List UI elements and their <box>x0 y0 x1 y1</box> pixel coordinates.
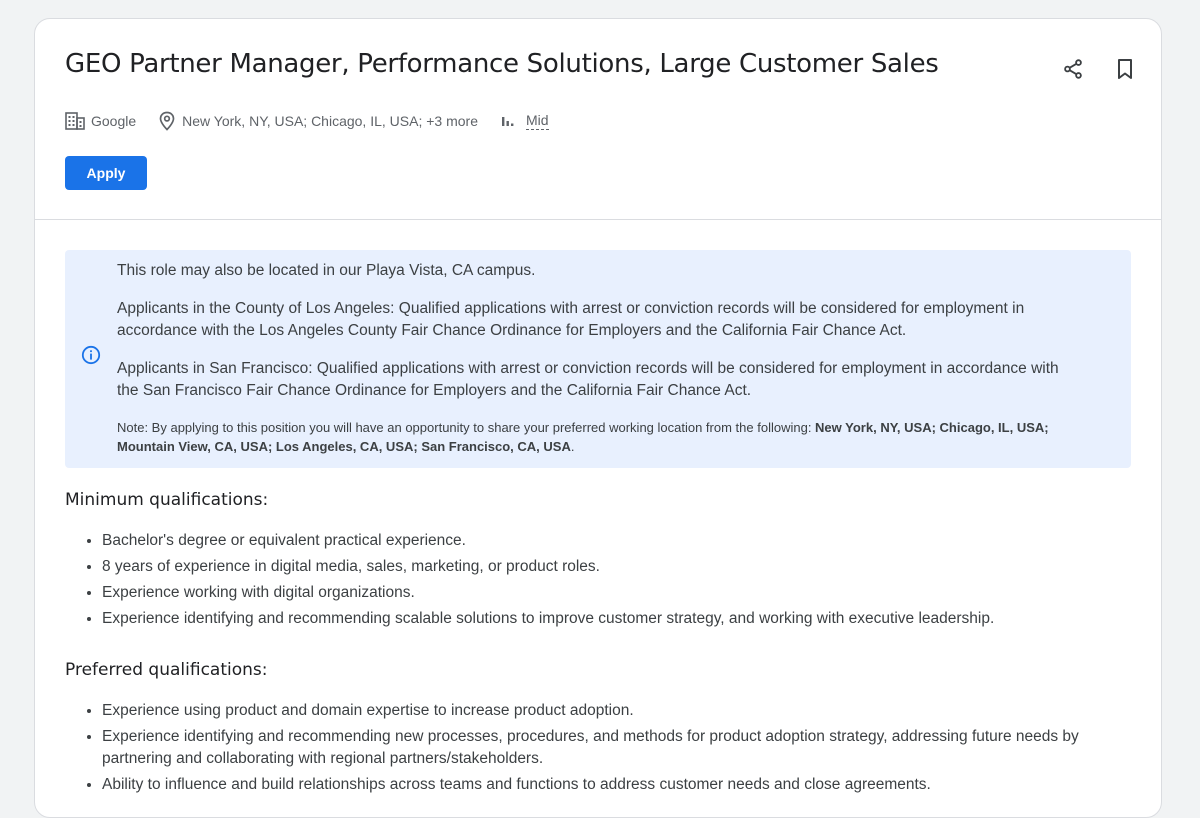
minimum-qualifications-heading: Minimum qualifications: <box>65 490 269 510</box>
note-suffix: . <box>570 439 575 454</box>
bar-chart-icon <box>501 117 514 126</box>
job-card: GEO Partner Manager, Performance Solutio… <box>34 18 1162 818</box>
notice-line: Applicants in the County of Los Angeles:… <box>117 300 1025 339</box>
note-prefix: Note: By applying to this position you w… <box>117 420 816 435</box>
list-item: Experience working with digital organiza… <box>102 582 1131 604</box>
location-notice: This role may also be located in our Pla… <box>65 250 1131 468</box>
share-button[interactable] <box>1059 55 1087 83</box>
company-name: Google <box>91 113 137 129</box>
job-meta: Google New York, NY, USA; Chicago, IL, U… <box>65 111 571 131</box>
preferred-qualifications-list: Experience using product and domain expe… <box>65 700 1131 796</box>
job-locations: New York, NY, USA; Chicago, IL, USA; +3 … <box>182 113 478 129</box>
job-header: GEO Partner Manager, Performance Solutio… <box>35 19 1161 220</box>
list-item: 8 years of experience in digital media, … <box>102 556 1131 578</box>
bookmark-icon <box>1118 59 1132 79</box>
notice-line: Applicants in San Francisco: Qualified a… <box>117 360 1059 399</box>
list-item: Experience identifying and recommending … <box>102 726 1131 770</box>
job-title: GEO Partner Manager, Performance Solutio… <box>65 49 939 79</box>
apply-button[interactable]: Apply <box>65 156 147 190</box>
bookmark-button[interactable] <box>1111 55 1139 83</box>
building-icon <box>65 112 85 130</box>
preferred-qualifications-heading: Preferred qualifications: <box>65 660 268 680</box>
company-meta: Google <box>65 112 136 130</box>
info-icon <box>81 345 101 365</box>
job-content: This role may also be located in our Pla… <box>35 220 1161 796</box>
list-item: Experience using product and domain expe… <box>102 700 1131 722</box>
notice-note: Note: By applying to this position you w… <box>117 418 1077 456</box>
list-item: Ability to influence and build relations… <box>102 774 1131 796</box>
location-meta: New York, NY, USA; Chicago, IL, USA; +3 … <box>158 111 478 131</box>
minimum-qualifications-list: Bachelor's degree or equivalent practica… <box>65 530 1131 630</box>
share-icon <box>1064 59 1082 79</box>
level-link[interactable]: Mid <box>525 112 549 130</box>
location-pin-icon <box>159 111 175 131</box>
level-meta: Mid <box>500 112 549 130</box>
list-item: Bachelor's degree or equivalent practica… <box>102 530 1131 552</box>
header-actions <box>1059 55 1139 83</box>
list-item: Experience identifying and recommending … <box>102 608 1131 630</box>
notice-line: This role may also be located in our Pla… <box>117 262 536 279</box>
